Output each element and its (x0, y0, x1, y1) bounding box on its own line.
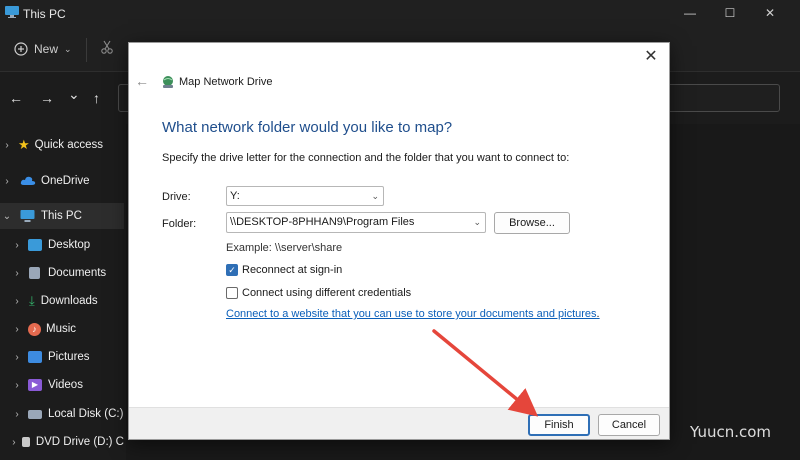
pictures-icon (28, 351, 42, 363)
up-button[interactable]: ↑ (93, 90, 100, 106)
sidebar-item-local-disk[interactable]: › Local Disk (C:) (0, 401, 124, 427)
folder-value: \\DESKTOP-8PHHAN9\Program Files (230, 216, 415, 228)
sidebar-item-music[interactable]: › ♪ Music (0, 316, 124, 342)
sidebar-item-pictures[interactable]: › Pictures (0, 344, 124, 370)
close-window-button[interactable]: ✕ (760, 4, 780, 22)
scissors-icon[interactable] (100, 40, 114, 54)
recent-locations-button[interactable]: ⌄ (68, 86, 80, 103)
sidebar-item-documents[interactable]: › Documents (0, 260, 124, 286)
chevron-right-icon[interactable]: › (10, 380, 24, 391)
reconnect-checkbox[interactable]: ✓ (226, 264, 238, 276)
dialog-heading: What network folder would you like to ma… (162, 119, 453, 136)
reconnect-label: Reconnect at sign-in (242, 264, 343, 276)
sidebar-item-label: Quick access (34, 139, 104, 151)
back-button[interactable]: ← (9, 90, 23, 106)
sidebar-item-label: This PC (41, 210, 82, 222)
sidebar-item-desktop[interactable]: › Desktop (0, 232, 124, 258)
new-button[interactable]: New ⌄ (14, 42, 72, 56)
chevron-right-icon[interactable]: › (10, 409, 24, 420)
chevron-right-icon[interactable]: › (0, 176, 14, 187)
chevron-right-icon[interactable]: › (10, 324, 24, 335)
credentials-label: Connect using different credentials (242, 287, 412, 299)
window-title: This PC (23, 7, 66, 21)
sidebar-item-label: Videos (48, 379, 83, 391)
drive-label: Drive: (162, 191, 191, 203)
monitor-icon (20, 210, 35, 222)
minimize-button[interactable]: — (680, 4, 700, 22)
chevron-right-icon[interactable]: › (10, 437, 18, 448)
chevron-right-icon[interactable]: › (0, 140, 14, 151)
maximize-button[interactable]: ☐ (720, 4, 740, 22)
sidebar-item-label: Music (46, 323, 77, 335)
sidebar-item-downloads[interactable]: › ⤓ Downloads (0, 288, 124, 314)
cancel-button[interactable]: Cancel (598, 414, 660, 436)
dialog-close-button[interactable]: ✕ (641, 47, 661, 67)
this-pc-icon (5, 6, 19, 18)
desktop-icon (28, 239, 42, 251)
navigation-pane: › ★ Quick access › OneDrive ⌄ This PC › … (0, 124, 126, 460)
chevron-right-icon[interactable]: › (10, 352, 24, 363)
document-icon (29, 267, 40, 279)
sidebar-item-dvd-drive[interactable]: › DVD Drive (D:) C (0, 429, 124, 455)
sidebar-item-onedrive[interactable]: › OneDrive (0, 168, 124, 194)
explorer-titlebar: This PC — ☐ ✕ (0, 0, 800, 28)
dialog-description: Specify the drive letter for the connect… (162, 152, 570, 164)
folder-label: Folder: (162, 218, 197, 230)
sidebar-item-label: DVD Drive (D:) C (35, 436, 124, 448)
reconnect-option[interactable]: ✓ Reconnect at sign-in (226, 264, 342, 276)
link-suffix: . (596, 308, 600, 320)
sidebar-item-quick-access[interactable]: › ★ Quick access (0, 132, 124, 158)
dialog-title: Map Network Drive (179, 76, 273, 88)
dialog-back-button[interactable]: ← (135, 73, 151, 89)
sidebar-item-this-pc[interactable]: ⌄ This PC (0, 203, 124, 229)
chevron-down-icon: ⌄ (64, 43, 72, 54)
cloud-icon (20, 176, 36, 185)
browse-button[interactable]: Browse... (494, 212, 570, 234)
plus-circle-icon (14, 42, 28, 56)
sidebar-item-label: Pictures (48, 351, 90, 363)
dvd-icon (21, 437, 30, 447)
new-label: New (34, 42, 59, 56)
watermark: Yuucn.com (690, 423, 772, 441)
toolbar-divider (86, 38, 87, 62)
credentials-option[interactable]: Connect using different credentials (226, 287, 411, 299)
sidebar-item-label: OneDrive (41, 175, 90, 187)
forward-button[interactable]: → (40, 90, 54, 106)
sidebar-item-videos[interactable]: › ▶ Videos (0, 372, 124, 398)
download-icon: ⤓ (29, 293, 35, 308)
chevron-down-icon: ⌄ (371, 191, 379, 201)
website-storage-link[interactable]: Connect to a website that you can use to… (226, 308, 600, 320)
chevron-right-icon[interactable]: › (10, 268, 24, 279)
chevron-down-icon: ⌄ (473, 217, 481, 227)
chevron-right-icon[interactable]: › (10, 240, 24, 251)
drive-select-value: Y: (230, 190, 240, 202)
example-hint: Example: \\server\share (226, 242, 343, 254)
finish-button[interactable]: Finish (528, 414, 590, 436)
videos-icon: ▶ (28, 379, 42, 391)
map-network-drive-dialog: ✕ ← Map Network Drive What network folde… (128, 42, 670, 440)
sidebar-item-label: Local Disk (C:) (48, 408, 124, 420)
sidebar-item-label: Desktop (48, 239, 91, 251)
disk-icon (28, 409, 42, 419)
drive-select[interactable]: Y: ⌄ (226, 186, 384, 206)
sidebar-item-label: Documents (48, 267, 107, 279)
music-icon: ♪ (28, 322, 41, 336)
chevron-down-icon[interactable]: ⌄ (0, 211, 14, 222)
star-icon: ★ (18, 137, 30, 152)
chevron-right-icon[interactable]: › (10, 296, 24, 307)
link-text[interactable]: Connect to a website that you can use to… (226, 308, 597, 320)
credentials-checkbox[interactable] (226, 287, 238, 299)
folder-combobox[interactable]: \\DESKTOP-8PHHAN9\Program Files ⌄ (226, 212, 486, 233)
sidebar-item-label: Downloads (40, 295, 98, 307)
network-drive-icon (163, 76, 173, 88)
